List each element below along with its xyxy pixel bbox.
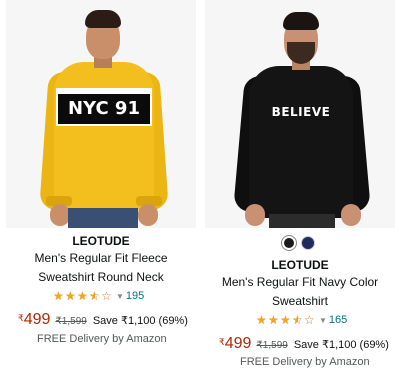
star-icon: ☆★ [89, 289, 100, 303]
sweatshirt [54, 62, 154, 210]
model-photo: BELIEVE [205, 0, 395, 228]
mrp-price: ₹1,599 [256, 340, 288, 351]
hair [283, 12, 319, 30]
title-line: Men's Regular Fit Fleece [34, 251, 168, 265]
jeans [269, 214, 335, 228]
price-row: ₹ 499 ₹1,599 Save ₹1,100 (69%) [219, 335, 389, 353]
product-card-1[interactable]: NYC 91 LEOTUDE Men's Regular Fit Fleece … [6, 0, 196, 375]
hand [341, 204, 361, 226]
stars: ☆★☆★☆★☆★☆★ [53, 290, 113, 302]
star-icon: ☆★ [53, 289, 64, 303]
beard [287, 42, 315, 64]
model-photo: NYC 91 [6, 0, 196, 228]
brand-name: LEOTUDE [271, 258, 329, 272]
price: 499 [23, 311, 51, 328]
brand-name: LEOTUDE [72, 234, 130, 248]
price: 499 [224, 335, 252, 352]
star-icon: ☆★ [280, 313, 291, 327]
rating-count-link[interactable]: 165 [329, 314, 347, 326]
savings-text: Save ₹1,100 (69%) [293, 339, 389, 351]
product-title[interactable]: Men's Regular Fit Navy Color Sweatshirt [205, 273, 395, 311]
star-icon: ☆★ [268, 313, 279, 327]
chevron-down-icon[interactable]: ▼ [116, 292, 124, 301]
delivery-text: FREE Delivery by Amazon [240, 356, 370, 368]
product-card-2[interactable]: BELIEVE LEOTUDE Men's Regular Fit Navy C… [205, 0, 395, 375]
product-image[interactable]: BELIEVE [205, 0, 395, 228]
color-swatches [282, 236, 315, 250]
rating-count-link[interactable]: 195 [126, 290, 144, 302]
title-line: Sweatshirt [271, 294, 329, 308]
title-line: Men's Regular Fit Navy Color [221, 275, 379, 289]
savings-text: Save ₹1,100 (69%) [92, 315, 188, 327]
shirt-print-text: BELIEVE [271, 105, 331, 119]
star-rating[interactable]: ☆★☆★☆★☆★☆★ ▼ 195 [53, 289, 144, 303]
star-icon: ☆★ [101, 289, 112, 303]
swatch-black[interactable] [282, 236, 296, 250]
hair [85, 10, 121, 28]
shirt-print-text: NYC 91 [58, 94, 150, 124]
hand [138, 204, 158, 226]
stars: ☆★☆★☆★☆★☆★ [256, 314, 316, 326]
mrp-price: ₹1,599 [55, 316, 87, 327]
product-image[interactable]: NYC 91 [6, 0, 196, 228]
hand [245, 204, 265, 226]
swatch-navy[interactable] [301, 236, 315, 250]
sweatshirt [249, 66, 353, 218]
delivery-text: FREE Delivery by Amazon [37, 333, 167, 345]
star-rating[interactable]: ☆★☆★☆★☆★☆★ ▼ 165 [256, 313, 347, 327]
hand [50, 204, 70, 226]
price-row: ₹ 499 ₹1,599 Save ₹1,100 (69%) [18, 311, 188, 329]
star-icon: ☆★ [77, 289, 88, 303]
star-icon: ☆★ [304, 313, 315, 327]
jeans [68, 208, 138, 228]
chevron-down-icon[interactable]: ▼ [319, 316, 327, 325]
star-icon: ☆★ [65, 289, 76, 303]
product-title[interactable]: Men's Regular Fit Fleece Sweatshirt Roun… [6, 249, 196, 287]
star-icon: ☆★ [292, 313, 303, 327]
title-line: Sweatshirt Round Neck [38, 270, 164, 284]
star-icon: ☆★ [256, 313, 267, 327]
